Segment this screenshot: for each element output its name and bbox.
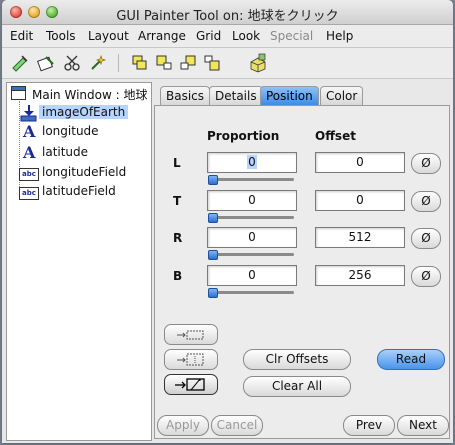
tab-details[interactable]: Details xyxy=(209,86,263,105)
input-field-icon: abc xyxy=(19,187,39,200)
tree-item-latitudeField[interactable]: abc latitudeField xyxy=(19,183,149,201)
toolbar-separator xyxy=(118,54,119,72)
stretch-size-icon xyxy=(175,378,205,391)
left-row-label: L xyxy=(173,156,181,170)
menu-grid[interactable]: Grid xyxy=(196,29,221,43)
tree-root-label: Main Window : 地球 xyxy=(32,88,148,102)
right-proportion-field[interactable]: 0 xyxy=(207,227,297,248)
title-bar[interactable]: GUI Painter Tool on: 地球をクリック xyxy=(2,0,453,25)
menu-edit[interactable]: Edit xyxy=(10,29,33,43)
label-icon: A xyxy=(23,143,36,162)
tree-item-label: latitudeField xyxy=(42,184,116,198)
bottom-proportion-slider[interactable] xyxy=(208,291,294,294)
bottom-offset-field[interactable]: 256 xyxy=(315,265,405,286)
right-offset-field[interactable]: 512 xyxy=(315,227,405,248)
top-reset-button[interactable]: Ø xyxy=(411,191,441,212)
left-reset-button[interactable]: Ø xyxy=(411,153,441,174)
gui-painter-window: GUI Painter Tool on: 地球をクリック Edit Tools … xyxy=(2,0,453,443)
tree-item-longitude[interactable]: A longitude xyxy=(19,123,149,141)
right-slider-thumb[interactable] xyxy=(208,250,218,260)
read-button[interactable]: Read xyxy=(377,349,445,370)
bottom-proportion-field[interactable]: 0 xyxy=(207,265,297,286)
prev-button[interactable]: Prev xyxy=(343,415,395,436)
right-row-label: R xyxy=(173,231,183,245)
bottom-row-label: B xyxy=(173,269,183,283)
tab-color[interactable]: Color xyxy=(320,86,364,105)
image-icon xyxy=(20,105,37,122)
tree-item-label: longitude xyxy=(42,124,99,138)
left-proportion-field[interactable]: 0 xyxy=(207,152,297,173)
position-tab-panel: Proportion Offset L 0 0 Ø T 0 0 Ø R 0 51… xyxy=(154,105,450,439)
bottom-reset-button[interactable]: Ø xyxy=(411,266,441,287)
tree-item-label: longitudeField xyxy=(42,165,127,179)
top-proportion-field[interactable]: 0 xyxy=(207,190,297,211)
left-offset-field[interactable]: 0 xyxy=(315,152,405,173)
apply-button[interactable]: Apply xyxy=(157,415,209,436)
widget-tree[interactable]: Main Window : 地球 imageOfEarth A longitud… xyxy=(6,82,152,441)
tab-position[interactable]: Position xyxy=(260,86,319,105)
menu-special[interactable]: Special xyxy=(270,29,313,43)
menu-layout[interactable]: Layout xyxy=(88,29,129,43)
tree-root-row[interactable]: Main Window : 地球 xyxy=(11,85,149,103)
relative-size-icon xyxy=(177,353,204,366)
right-reset-button[interactable]: Ø xyxy=(411,228,441,249)
tree-item-longitudeField[interactable]: abc longitudeField xyxy=(19,164,149,182)
tab-basics[interactable]: Basics xyxy=(160,86,211,105)
tree-item-label: imageOfEarth xyxy=(39,105,129,119)
top-row-label: T xyxy=(173,194,182,208)
install-tool-icon[interactable] xyxy=(36,53,56,73)
right-proportion-slider[interactable] xyxy=(208,253,294,256)
align-left-icon[interactable] xyxy=(130,53,150,73)
left-slider-thumb[interactable] xyxy=(208,175,218,185)
next-button[interactable]: Next xyxy=(397,415,449,436)
tree-item-latitude[interactable]: A latitude xyxy=(19,144,149,162)
input-field-icon: abc xyxy=(19,168,39,181)
proportion-header: Proportion xyxy=(207,129,280,143)
offset-header: Offset xyxy=(315,129,356,143)
clear-offsets-button[interactable]: Clr Offsets xyxy=(243,349,351,370)
top-slider-thumb[interactable] xyxy=(208,213,218,223)
menu-help[interactable]: Help xyxy=(326,29,353,43)
fixed-size-button[interactable] xyxy=(164,324,218,345)
group-icon[interactable] xyxy=(248,53,268,73)
menu-bar: Edit Tools Layout Arrange Grid Look Spec… xyxy=(2,25,453,48)
tree-item-label: latitude xyxy=(42,145,89,159)
window-title: GUI Painter Tool on: 地球をクリック xyxy=(116,9,339,24)
window-icon xyxy=(11,86,26,100)
top-proportion-slider[interactable] xyxy=(208,216,294,219)
relative-size-button[interactable] xyxy=(164,349,218,370)
left-proportion-slider[interactable] xyxy=(208,178,294,181)
paste-tool-icon[interactable] xyxy=(10,53,30,73)
bottom-slider-thumb[interactable] xyxy=(208,288,218,298)
align-top-icon[interactable] xyxy=(154,53,174,73)
cancel-button[interactable]: Cancel xyxy=(211,415,263,436)
menu-tools[interactable]: Tools xyxy=(46,29,76,43)
menu-arrange[interactable]: Arrange xyxy=(138,29,186,43)
toolbar xyxy=(2,48,453,79)
stretch-size-button[interactable] xyxy=(164,374,218,395)
top-offset-field[interactable]: 0 xyxy=(315,190,405,211)
fixed-size-icon xyxy=(177,330,204,340)
clear-all-button[interactable]: Clear All xyxy=(243,376,351,397)
align-bottom-icon[interactable] xyxy=(202,53,222,73)
property-tabs: Basics Details Position Color Proportion… xyxy=(154,84,450,439)
label-icon: A xyxy=(23,122,36,141)
cut-tool-icon[interactable] xyxy=(62,53,82,73)
tree-item-imageOfEarth[interactable]: imageOfEarth xyxy=(19,104,149,122)
menu-look[interactable]: Look xyxy=(232,29,260,43)
define-tool-icon[interactable] xyxy=(88,53,108,73)
align-right-icon[interactable] xyxy=(178,53,198,73)
